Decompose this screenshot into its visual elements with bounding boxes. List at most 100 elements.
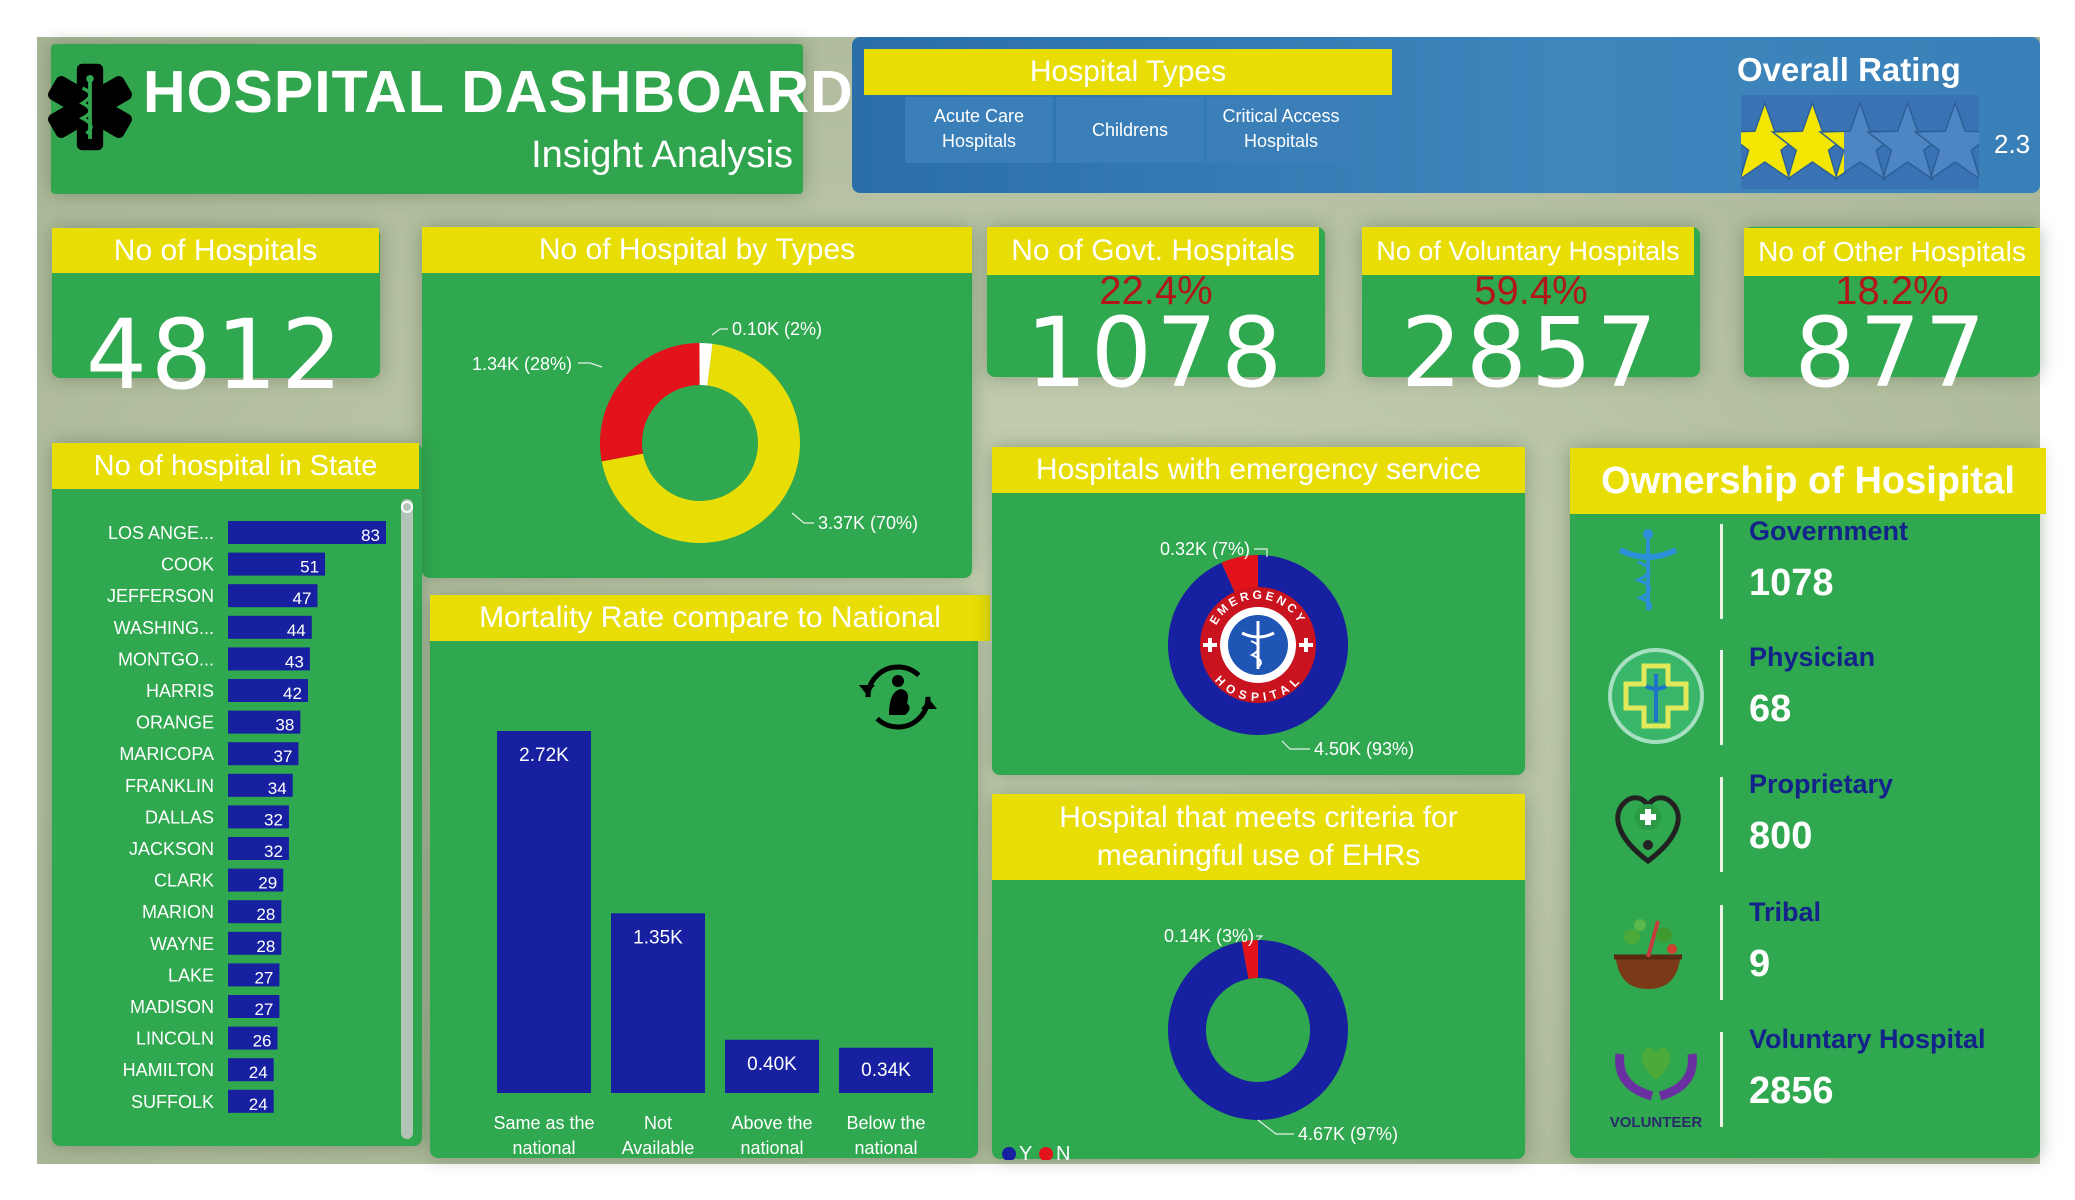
donut-data-label: 0.32K (7%) xyxy=(1160,539,1250,559)
legend-label: N xyxy=(1056,1143,1070,1160)
state-data-label: 26 xyxy=(253,1032,272,1051)
leader-line xyxy=(791,512,814,524)
state-data-label: 29 xyxy=(258,874,277,893)
ownership-item: Physician 68 xyxy=(1570,640,2040,760)
state-tick-label: COOK xyxy=(161,555,214,575)
ownership-value: 9 xyxy=(1749,943,1771,985)
legend-marker xyxy=(1002,1147,1016,1160)
overall-rating-title: Overall Rating xyxy=(1737,51,1961,88)
ownership-value: 800 xyxy=(1749,815,1813,857)
state-data-label: 43 xyxy=(285,652,304,671)
state-tick-label: LINCOLN xyxy=(136,1029,214,1049)
state-data-label: 34 xyxy=(268,779,287,798)
donut-data-label: 4.50K (93%) xyxy=(1314,739,1414,759)
mortality-tick-label: national xyxy=(854,1138,917,1158)
state-tick-label: MONTGO... xyxy=(118,649,214,669)
ownership-item: Government 1078 xyxy=(1570,514,2040,634)
ehr-title-line2: meaningful use of EHRs xyxy=(1096,839,1421,872)
hospital-types-chart-title: No of Hospital by Types xyxy=(422,227,972,273)
ownership-item: VOLUNTEER Voluntary Hospital 2856 xyxy=(1570,1022,2040,1142)
slicer-label: Hospitals xyxy=(941,131,1017,151)
state-data-label: 28 xyxy=(256,937,275,956)
slicer-item-acute-care[interactable]: Acute Care Hospitals xyxy=(905,97,1053,163)
state-data-label: 27 xyxy=(254,1000,273,1019)
medical-cross-icon xyxy=(1606,646,1712,746)
state-tick-label: ORANGE xyxy=(136,713,214,733)
donut-data-label: 0.14K (3%) xyxy=(1164,926,1254,946)
slicer-item-childrens[interactable]: Childrens xyxy=(1056,97,1204,163)
ownership-title: Ownership of Hosipital xyxy=(1570,448,2046,514)
state-tick-label: MARION xyxy=(142,902,214,922)
mortality-tick-label: national xyxy=(740,1138,803,1158)
ownership-divider xyxy=(1720,524,1723,619)
mortality-bar-chart: 2.72KSame as thenationalaverage1.35KNotA… xyxy=(493,731,933,1158)
legend-marker xyxy=(1039,1147,1053,1160)
mortality-tick-label: Same as the xyxy=(493,1113,594,1133)
slicer-label: Critical Access xyxy=(1222,106,1340,126)
kpi-other-value: 877 xyxy=(1794,297,1990,409)
legend-label: No xyxy=(1080,772,1106,775)
state-tick-label: WAYNE xyxy=(150,934,214,954)
mortality-tick-label: Available xyxy=(622,1138,695,1158)
ownership-value: 2856 xyxy=(1749,1070,1834,1112)
ownership-value: 68 xyxy=(1749,688,1792,730)
volunteer-logo-text: VOLUNTEER xyxy=(1609,1114,1703,1131)
state-tick-label: MARICOPA xyxy=(119,744,214,764)
state-data-label: 27 xyxy=(254,968,273,987)
kpi-voluntary-value: 2857 xyxy=(1400,297,1662,409)
hospital-types-title: Hospital Types xyxy=(864,49,1392,95)
slicer-item-critical-access[interactable]: Critical Access Hospitals xyxy=(1207,97,1355,163)
rating-stars xyxy=(1741,95,1979,189)
state-data-label: 28 xyxy=(256,905,275,924)
slicer-label: Childrens xyxy=(1091,120,1169,140)
state-tick-label: FRANKLIN xyxy=(125,776,214,796)
emergency-donut-chart: 4.50K (93%)0.32K (7%)EMERGENCYHOSPITALYe… xyxy=(1019,539,1414,775)
state-data-label: 37 xyxy=(274,747,293,766)
state-data-label: 32 xyxy=(264,810,283,829)
kpi-govt-title: No of Govt. Hospitals xyxy=(987,227,1319,275)
kpi-govt-value: 1078 xyxy=(1025,297,1287,409)
mortality-data-label: 0.40K xyxy=(747,1054,797,1075)
mortality-data-label: 1.35K xyxy=(633,927,683,948)
state-tick-label: CLARK xyxy=(154,871,214,891)
state-tick-label: SUFFOLK xyxy=(131,1092,214,1112)
state-tick-label: JACKSON xyxy=(129,839,214,859)
state-tick-label: HAMILTON xyxy=(123,1060,214,1080)
ownership-label: Tribal xyxy=(1749,897,1822,927)
state-tick-label: WASHING... xyxy=(114,618,214,638)
leader-line xyxy=(711,328,728,336)
badge-cross-icon xyxy=(1304,638,1308,652)
dashboard-title: HOSPITAL DASHBOARD xyxy=(143,59,854,125)
caduceus-icon xyxy=(1606,526,1712,626)
kpi-total-hospitals-value: 4812 xyxy=(85,299,347,411)
slicer-label: Hospitals xyxy=(1243,131,1319,151)
hospital-types-donut-chart: 3.37K (70%)1.34K (28%)0.10K (2%)Acute Ca… xyxy=(472,319,918,543)
state-tick-label: HARRIS xyxy=(146,681,214,701)
emergency-chart-title: Hospitals with emergency service xyxy=(992,447,1525,493)
ownership-divider xyxy=(1720,1032,1723,1127)
ownership-item: Tribal 9 xyxy=(1570,895,2040,1015)
state-bar-chart: LOS ANGE... 83 COOK 51 JEFFERSON 47 WASHING...… xyxy=(107,521,386,1114)
ownership-label: Government xyxy=(1749,516,1909,546)
state-data-label: 24 xyxy=(249,1063,268,1082)
state-tick-label: JEFFERSON xyxy=(107,586,214,606)
state-data-label: 38 xyxy=(275,716,294,735)
donut-slice xyxy=(599,343,700,462)
ownership-divider xyxy=(1720,905,1723,1000)
mortality-tick-label: Not xyxy=(644,1113,672,1133)
ownership-item: Proprietary 800 xyxy=(1570,767,2040,887)
state-chart-title: No of hospital in State xyxy=(52,443,419,489)
scrollbar-top-icon[interactable] xyxy=(401,501,413,513)
leader-line xyxy=(578,362,603,368)
ownership-divider xyxy=(1720,777,1723,872)
ehr-donut-chart: 4.67K (97%) 0.14K (3%) Y N xyxy=(1002,926,1398,1160)
kpi-voluntary-title: No of Voluntary Hospitals xyxy=(1362,227,1694,275)
state-chart-scrollbar[interactable] xyxy=(401,499,413,1139)
state-data-label: 24 xyxy=(249,1095,268,1114)
donut-data-label: 1.34K (28%) xyxy=(472,354,572,374)
state-tick-label: LOS ANGE... xyxy=(108,523,214,543)
rating-value: 2.3 xyxy=(1994,129,2031,159)
state-tick-label: MADISON xyxy=(130,997,214,1017)
mortality-tick-label: national xyxy=(512,1138,575,1158)
header-card: HOSPITAL DASHBOARD Insight Analysis xyxy=(48,44,853,194)
